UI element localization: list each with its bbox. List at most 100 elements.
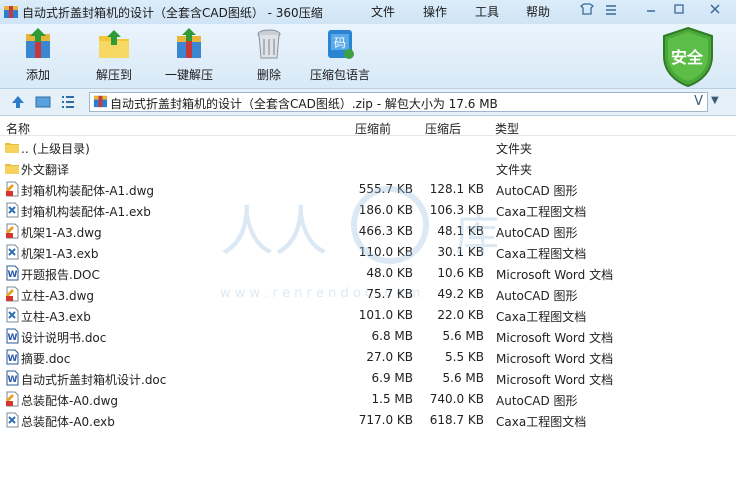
file-row[interactable]: 总装配体-A0.exb 717.0 KB 618.7 KB Caxa工程图文档	[0, 410, 736, 431]
word-file-icon: W	[4, 370, 20, 386]
file-compressed-size: 5.6 MB	[442, 329, 484, 343]
add-icon	[26, 28, 50, 58]
file-type: Microsoft Word 文档	[496, 331, 614, 345]
file-row[interactable]: 总装配体-A0.dwg 1.5 MB 740.0 KB AutoCAD 图形	[0, 389, 736, 410]
file-compressed-size: 618.7 KB	[429, 413, 484, 427]
file-type: Microsoft Word 文档	[496, 352, 614, 366]
add-label: 添加	[25, 68, 50, 82]
file-row[interactable]: W 开题报告.DOC 48.0 KB 10.6 KB Microsoft Word 文档	[0, 263, 736, 284]
file-compressed-size: 106.3 KB	[429, 203, 484, 217]
window-title: 自动式折盖封箱机的设计（全套含CAD图纸） - 360压缩	[22, 6, 323, 20]
toolbar: 添加 解压到 一键解压 删除 码 压缩包语言 安全	[0, 24, 736, 88]
column-header: 名称 压缩前 压缩后 类型	[0, 117, 736, 136]
title-bar: 自动式折盖封箱机的设计（全套含CAD图纸） - 360压缩 文件 操作 工具 帮…	[0, 0, 736, 24]
maximize-icon[interactable]	[668, 2, 690, 20]
delete-label: 删除	[256, 68, 281, 82]
word-file-icon: W	[4, 328, 20, 344]
minimize-icon[interactable]	[640, 2, 662, 20]
file-size: 186.0 KB	[358, 203, 413, 217]
chevron-down-icon[interactable]: ▼	[711, 95, 719, 106]
file-compressed-size: 48.1 KB	[437, 224, 484, 238]
safe-badge[interactable]: 安全	[660, 26, 716, 88]
archive-language-label: 压缩包语言	[310, 68, 371, 82]
file-size: 6.8 MB	[371, 329, 413, 343]
delete-button[interactable]: 删除	[251, 26, 287, 83]
file-row[interactable]: 立柱-A3.exb 101.0 KB 22.0 KB Caxa工程图文档	[0, 305, 736, 326]
file-list: .. (上级目录) 文件夹 外文翻译 文件夹 封箱机构装配体-A1.dwg 555.7 K…	[0, 137, 736, 431]
dwg-file-icon	[4, 391, 20, 407]
extract-folder-icon	[99, 30, 129, 58]
menu-help[interactable]: 帮助	[526, 3, 550, 20]
menu-file[interactable]: 文件	[371, 3, 395, 20]
dwg-file-icon	[4, 181, 20, 197]
list-view-icon[interactable]	[60, 94, 76, 110]
archive-icon	[93, 95, 108, 108]
close-icon[interactable]	[704, 2, 726, 20]
app-icon	[4, 6, 18, 18]
one-click-extract-label: 一键解压	[165, 68, 214, 82]
file-compressed-size: 10.6 KB	[437, 266, 484, 280]
menu-tools[interactable]: 工具	[475, 3, 499, 20]
file-row[interactable]: 外文翻译 文件夹	[0, 158, 736, 179]
file-type: Microsoft Word 文档	[496, 268, 614, 282]
menu-list-icon[interactable]	[600, 2, 622, 20]
file-compressed-size: 5.6 MB	[442, 371, 484, 385]
file-row[interactable]: W 自动式折盖封箱机设计.doc 6.9 MB 5.6 MB Microsoft Wor…	[0, 368, 736, 389]
file-type: Caxa工程图文档	[496, 247, 587, 261]
up-arrow-icon[interactable]	[10, 94, 26, 110]
word-file-icon: W	[4, 349, 20, 365]
svg-text:W: W	[8, 333, 18, 343]
file-name: 自动式折盖封箱机设计.doc	[21, 373, 167, 387]
file-row[interactable]: W 设计说明书.doc 6.8 MB 5.6 MB Microsoft Word 文档	[0, 326, 736, 347]
file-compressed-size: 740.0 KB	[429, 392, 484, 406]
trash-icon	[257, 29, 281, 59]
file-size: 75.7 KB	[366, 287, 413, 301]
code-page-icon: 码	[328, 30, 354, 59]
file-compressed-size: 5.5 KB	[445, 350, 484, 364]
col-size[interactable]: 压缩前	[355, 120, 391, 137]
archive-language-button[interactable]: 码 压缩包语言	[310, 26, 370, 83]
one-click-extract-button[interactable]: 一键解压	[165, 26, 213, 83]
address-history-icon[interactable]: V	[694, 94, 703, 109]
exb-file-icon	[4, 244, 20, 260]
exb-file-icon	[4, 307, 20, 323]
exb-file-icon	[4, 412, 20, 428]
file-compressed-size: 128.1 KB	[429, 182, 484, 196]
file-name: 开题报告.DOC	[21, 268, 100, 282]
svg-text:W: W	[8, 270, 18, 280]
col-name[interactable]: 名称	[6, 120, 30, 137]
thumbnail-view-icon[interactable]	[35, 94, 51, 110]
file-name: 外文翻译	[21, 163, 70, 177]
file-compressed-size: 30.1 KB	[437, 245, 484, 259]
file-size: 27.0 KB	[366, 350, 413, 364]
menu-operate[interactable]: 操作	[423, 3, 447, 20]
col-type[interactable]: 类型	[495, 120, 519, 137]
address-field[interactable]: 自动式折盖封箱机的设计（全套含CAD图纸）.zip - 解包大小为 17.6 M…	[89, 92, 708, 112]
file-row[interactable]: 立柱-A3.dwg 75.7 KB 49.2 KB AutoCAD 图形	[0, 284, 736, 305]
file-compressed-size: 22.0 KB	[437, 308, 484, 322]
col-compressed[interactable]: 压缩后	[425, 120, 461, 137]
file-row[interactable]: 机架1-A3.exb 110.0 KB 30.1 KB Caxa工程图文档	[0, 242, 736, 263]
extract-to-button[interactable]: 解压到	[96, 26, 132, 83]
file-size: 717.0 KB	[358, 413, 413, 427]
file-size: 110.0 KB	[358, 245, 413, 259]
file-type: AutoCAD 图形	[496, 394, 578, 408]
skin-icon[interactable]	[576, 2, 598, 20]
file-row[interactable]: 机架1-A3.dwg 466.3 KB 48.1 KB AutoCAD 图形	[0, 221, 736, 242]
file-row[interactable]: .. (上级目录) 文件夹	[0, 137, 736, 158]
file-row[interactable]: 封箱机构装配体-A1.exb 186.0 KB 106.3 KB Caxa工程图文档	[0, 200, 736, 221]
file-size: 1.5 MB	[371, 392, 413, 406]
file-name: 设计说明书.doc	[21, 331, 107, 345]
file-name: 摘要.doc	[21, 352, 71, 366]
add-button[interactable]: 添加	[20, 26, 56, 83]
file-row[interactable]: 封箱机构装配体-A1.dwg 555.7 KB 128.1 KB AutoCAD 图形	[0, 179, 736, 200]
file-name: 机架1-A3.exb	[21, 247, 99, 261]
file-name: .. (上级目录)	[21, 142, 90, 156]
svg-text:W: W	[8, 354, 18, 364]
word-file-icon: W	[4, 265, 20, 281]
file-size: 466.3 KB	[358, 224, 413, 238]
file-type: Caxa工程图文档	[496, 415, 587, 429]
file-row[interactable]: W 摘要.doc 27.0 KB 5.5 KB Microsoft Word 文档	[0, 347, 736, 368]
file-type: AutoCAD 图形	[496, 226, 578, 240]
file-name: 立柱-A3.exb	[21, 310, 91, 324]
